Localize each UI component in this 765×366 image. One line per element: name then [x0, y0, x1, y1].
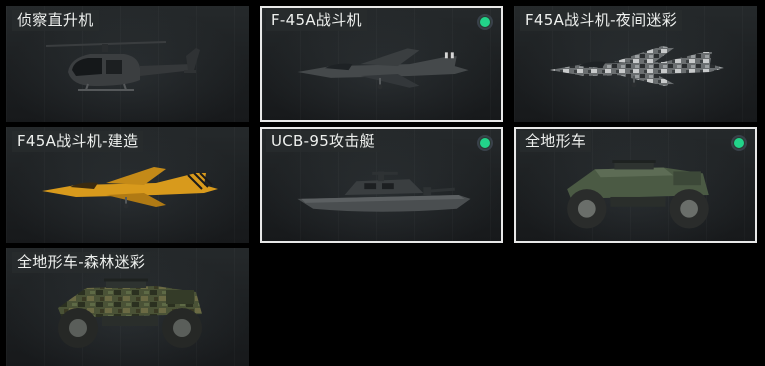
- atv-icon: [516, 147, 755, 241]
- vehicle-name: 侦察直升机: [12, 10, 99, 31]
- equipped-indicator-icon: [477, 14, 493, 30]
- atv-camo-icon: [6, 266, 249, 362]
- vehicle-card-f45a[interactable]: F-45A战斗机: [260, 6, 503, 122]
- vehicle-name: 全地形车: [520, 131, 592, 152]
- helicopter-icon: [6, 24, 249, 120]
- vehicle-name: F-45A战斗机: [266, 10, 367, 31]
- vehicle-card-ucb95-boat[interactable]: UCB-95攻击艇: [260, 127, 503, 243]
- vehicle-card-atv[interactable]: 全地形车: [514, 127, 757, 243]
- vehicle-name: F45A战斗机-夜间迷彩: [520, 10, 682, 31]
- fighter-jet-yellow-icon: [6, 145, 249, 241]
- vehicle-name: 全地形车-森林迷彩: [12, 252, 151, 273]
- vehicle-grid: 侦察直升机 F-45A战斗机 F45A战斗机-夜间迷彩 F45A战斗机-建造 U…: [0, 0, 765, 366]
- equipped-indicator-icon: [477, 135, 493, 151]
- equipped-indicator-icon: [731, 135, 747, 151]
- vehicle-card-f45a-night-camo[interactable]: F45A战斗机-夜间迷彩: [514, 6, 757, 122]
- vehicle-card-f45a-build[interactable]: F45A战斗机-建造: [6, 127, 249, 243]
- vehicle-card-atv-forest-camo[interactable]: 全地形车-森林迷彩: [6, 248, 249, 366]
- vehicle-card-scout-helicopter[interactable]: 侦察直升机: [6, 6, 249, 122]
- attack-boat-icon: [262, 147, 501, 241]
- fighter-jet-icon: [262, 26, 501, 120]
- fighter-jet-camo-icon: [514, 24, 757, 120]
- vehicle-name: UCB-95攻击艇: [266, 131, 380, 152]
- vehicle-name: F45A战斗机-建造: [12, 131, 144, 152]
